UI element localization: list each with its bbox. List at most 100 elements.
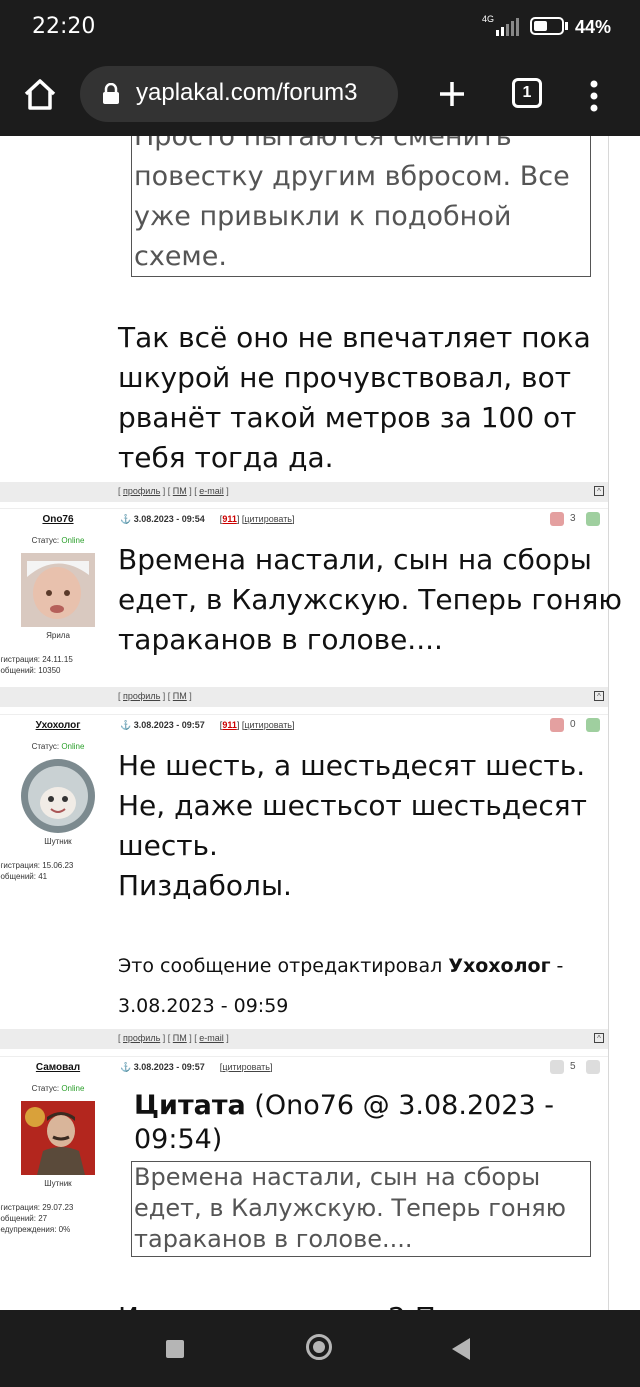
rating-widget: 3 [550, 512, 604, 528]
status-label: Статус: [31, 1084, 60, 1093]
quote-line: Просто пытаются сменить [134, 136, 512, 152]
quote-title: Цитата [134, 1090, 246, 1121]
edit-dash: - [550, 955, 564, 977]
anchor-icon[interactable]: ⚓ [120, 720, 131, 730]
author-stats: егистрация: 15.06.23 ообщений: 41 [0, 860, 116, 882]
tab-switcher-button[interactable]: 1 [512, 78, 542, 108]
scroll-top-icon[interactable]: ^ [594, 486, 604, 496]
rate-down-icon[interactable] [550, 1060, 564, 1074]
pm-link[interactable]: ПМ [173, 486, 187, 496]
anchor-icon[interactable]: ⚓ [120, 1062, 131, 1072]
edit-time: 3.08.2023 - 09:59 [118, 995, 289, 1017]
url-bar[interactable]: yaplakal.com/forum3 [80, 66, 398, 122]
post-line: шкурой не прочувствовал, вот [118, 361, 572, 394]
anchor-icon[interactable]: ⚓ [120, 514, 131, 524]
network-type: 4G [482, 14, 495, 24]
avatar[interactable] [21, 1101, 95, 1175]
post-number-link[interactable]: 911 [222, 514, 237, 524]
post-number-link[interactable]: 911 [222, 720, 237, 730]
signal-icon [496, 18, 519, 36]
profile-link[interactable]: профиль [123, 1033, 160, 1043]
pm-link[interactable]: ПМ [173, 691, 187, 701]
quote-header: Цитата (Ono76 @ 3.08.2023 - 09:54) [134, 1089, 554, 1157]
author-nick[interactable]: Ono76 [0, 514, 116, 525]
status-label: Статус: [31, 536, 60, 545]
status-line: Статус: Online [0, 536, 116, 545]
author-panel: Статус: Online Шутник егистрация: 29.07.… [0, 1084, 116, 1310]
quote-box-top: Просто пытаются сменить повестку другим … [131, 136, 591, 277]
author-stats: егистрация: 29.07.23 ообщений: 27 редупр… [0, 1202, 116, 1235]
cite-link[interactable]: цитировать [244, 720, 292, 730]
warnings: редупреждения: 0% [0, 1225, 71, 1234]
avatar[interactable] [21, 553, 95, 627]
post-links-row: [ профиль ] [ ПМ ] [ e-mail ] ^ [0, 1029, 608, 1049]
scroll-top-icon[interactable]: ^ [594, 691, 604, 701]
status-line: Статус: Online [0, 1084, 116, 1093]
reg-date: егистрация: 29.07.23 [0, 1203, 74, 1212]
edit-user: Ухохолог [448, 955, 551, 977]
home-button-icon[interactable] [306, 1334, 332, 1360]
more-menu-icon[interactable] [584, 76, 604, 116]
post-line: Так всё оно не впечатляет пока [118, 321, 591, 354]
email-link[interactable]: e-mail [199, 1033, 224, 1043]
post-links-row: [ профиль ] [ ПМ ] [ e-mail ] ^ [0, 482, 608, 502]
post-header: Самовал ⚓ 3.08.2023 - 09:57 [цитировать]… [0, 1056, 608, 1079]
column-border [608, 136, 609, 1310]
quote-line: схеме. [134, 241, 227, 272]
status-time: 22:20 [32, 14, 96, 39]
email-link[interactable]: e-mail [199, 486, 224, 496]
cite-link[interactable]: цитировать [222, 1062, 270, 1072]
rate-down-icon[interactable] [550, 512, 564, 526]
home-icon[interactable] [20, 74, 60, 114]
pm-link[interactable]: ПМ [173, 1033, 187, 1043]
rate-up-icon[interactable] [586, 718, 600, 732]
status-online: Online [61, 536, 85, 545]
post-header: Ono76 ⚓ 3.08.2023 - 09:54 [911] [цитиров… [0, 508, 608, 531]
author-nick[interactable]: Самовал [0, 1062, 116, 1073]
msg-count: ообщений: 41 [0, 872, 48, 881]
rating-value: 5 [570, 1061, 576, 1072]
rate-up-icon[interactable] [586, 512, 600, 526]
new-tab-icon[interactable] [432, 74, 472, 114]
avatar-caption: Ярила [46, 631, 70, 640]
post-datetime: 3.08.2023 - 09:57 [133, 720, 205, 730]
profile-link[interactable]: профиль [123, 691, 160, 701]
quote-source: (Ono76 @ 3.08.2023 - [245, 1090, 554, 1121]
reg-date: егистрация: 15.06.23 [0, 861, 74, 870]
rating-widget: 5 [550, 1060, 604, 1076]
post-links: [ профиль ] [ ПМ ] [ e-mail ] [118, 1033, 229, 1043]
post-line: Не, даже шестьсот шестьдесят [118, 789, 587, 822]
status-online: Online [61, 742, 85, 751]
post-body: Времена настали, сын на сборы едет, в Ка… [118, 540, 622, 660]
reg-date: егистрация: 24.11.15 [0, 655, 73, 664]
system-nav-bar [0, 1310, 640, 1387]
rate-down-icon[interactable] [550, 718, 564, 732]
page-content: Просто пытаются сменить повестку другим … [0, 136, 640, 1310]
status-label: Статус: [31, 742, 60, 751]
quote-line: тараканов в голове.... [134, 1225, 413, 1253]
post-line: рванёт такой метров за 100 от [118, 401, 577, 434]
status-line: Статус: Online [0, 742, 116, 751]
battery-percent: 44% [575, 17, 612, 37]
post-body-cut: И 2 П [118, 1298, 436, 1310]
scroll-top-icon[interactable]: ^ [594, 1033, 604, 1043]
post-datetime: 3.08.2023 - 09:54 [133, 514, 205, 524]
author-nick[interactable]: Ухохолог [0, 720, 116, 731]
avatar-caption: Шутник [44, 1179, 72, 1188]
post-meta: ⚓ 3.08.2023 - 09:57 [цитировать] [120, 1062, 273, 1072]
profile-link[interactable]: профиль [123, 486, 160, 496]
rating-value: 0 [570, 719, 576, 730]
author-panel: Статус: Online Шутник егистрация: 15.06.… [0, 742, 116, 892]
post-header: Ухохолог ⚓ 3.08.2023 - 09:57 [911] [цити… [0, 714, 608, 737]
post-links-row: [ профиль ] [ ПМ ] ^ [0, 687, 608, 707]
edit-note-line: Это сообщение отредактировал Ухохолог - [118, 946, 563, 986]
avatar[interactable] [21, 759, 95, 833]
cite-link[interactable]: цитировать [244, 514, 292, 524]
quote-box: Времена настали, сын на сборы едет, в Ка… [131, 1161, 591, 1257]
browser-toolbar: yaplakal.com/forum3 1 [0, 56, 640, 136]
back-icon[interactable] [452, 1338, 470, 1360]
post-meta: ⚓ 3.08.2023 - 09:54 [911] [цитировать] [120, 514, 295, 524]
quote-line: Времена настали, сын на сборы [134, 1163, 541, 1191]
rate-up-icon[interactable] [586, 1060, 600, 1074]
recent-apps-icon[interactable] [166, 1340, 184, 1358]
